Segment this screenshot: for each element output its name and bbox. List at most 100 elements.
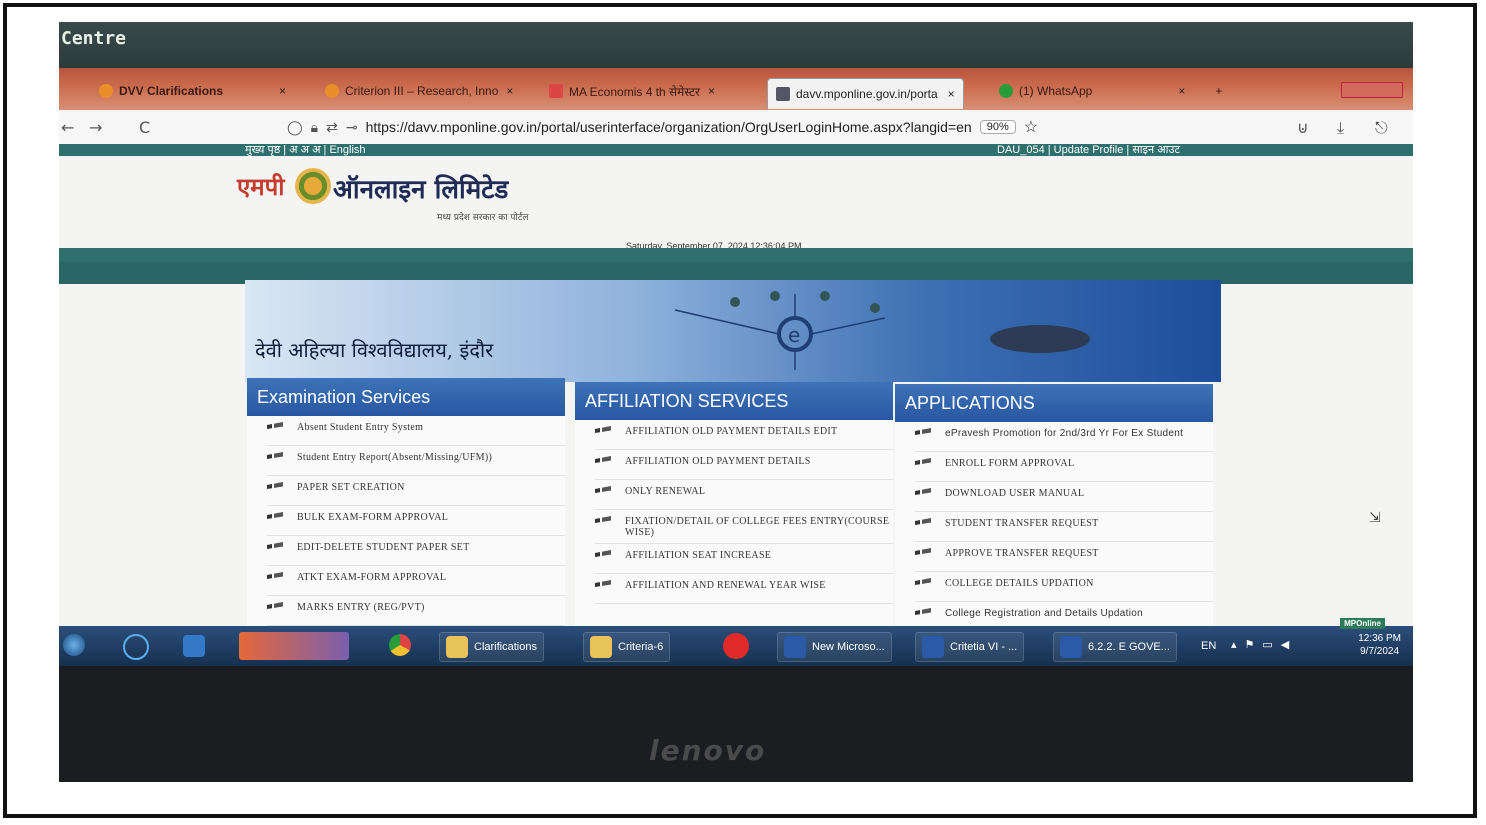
applications-panel: APPLICATIONS ePravesh Promotion for 2nd/… [895,384,1213,632]
bullet-icon [595,426,611,433]
bullet-icon [595,516,611,523]
bullet-icon [915,428,931,435]
tab-close-icon[interactable]: × [1178,84,1185,98]
list-item[interactable]: AFFILIATION SEAT INCREASE [595,544,893,574]
back-button[interactable]: ← [61,118,74,137]
shield-icon: ◯ [287,118,303,135]
download-icon[interactable]: ⤓ [1337,118,1344,138]
list-item[interactable]: FIXATION/DETAIL OF COLLEGE FEES ENTRY(CO… [595,510,893,544]
zoom-level-button[interactable]: 90% [979,120,1016,134]
start-button-icon[interactable] [63,634,85,656]
bullet-icon [267,542,283,549]
list-item[interactable]: PAPER SET CREATION [267,476,565,506]
language-indicator[interactable]: EN [1201,640,1216,652]
tab-close-icon[interactable]: × [279,84,286,98]
link-text: ONLY RENEWAL [625,486,706,497]
list-item[interactable]: Student Entry Report(Absent/Missing/UFM)… [267,446,565,476]
list-item[interactable]: APPROVE TRANSFER REQUEST [915,542,1213,572]
tab-davv-portal[interactable]: davv.mponline.gov.in/porta × [767,78,964,109]
address-bar[interactable]: ◯ 🔒︎ ⇄ ⊸ https://davv.mponline.gov.in/po… [287,115,1187,139]
tab-dvv-clarifications[interactable]: DVV Clarifications × [99,76,286,106]
list-item[interactable]: ATKT EXAM-FORM APPROVAL [267,566,565,596]
system-clock[interactable]: 12:36 PM 9/7/2024 [1358,632,1401,658]
list-item[interactable]: ENROLL FORM APPROVAL [915,452,1213,482]
bullet-icon [267,602,283,609]
bullet-icon [267,422,283,429]
mp-emblem-icon [295,168,331,204]
list-item[interactable]: AFFILIATION OLD PAYMENT DETAILS [595,450,893,480]
page-top-strip: मुख्य पृष्ठ | अ अ अ | English DAU_054 | … [59,144,1413,156]
language-links[interactable]: मुख्य पृष्ठ | अ अ अ | English [245,144,366,157]
tab-criterion-iii[interactable]: Criterion III – Research, Inno × [325,76,513,106]
list-item[interactable]: Absent Student Entry System [267,416,565,446]
bullet-icon [267,572,283,579]
tab-close-icon[interactable]: × [708,84,715,98]
url-text: https://davv.mponline.gov.in/portal/user… [365,119,972,135]
internet-explorer-icon[interactable] [123,634,149,660]
bullet-icon [915,458,931,465]
taskbar-e-gove[interactable]: 6.2.2. E GOVE... [1053,632,1177,662]
bookmark-star-icon[interactable]: ☆ [1024,117,1038,137]
chrome-icon[interactable] [389,634,411,656]
mponline-logo[interactable]: एमपी ऑनलाइन लिमिटेड मध्य प्रदेश सरकार का… [237,166,617,226]
opera-icon[interactable] [723,633,749,659]
list-item[interactable]: DOWNLOAD USER MANUAL [915,482,1213,512]
bullet-icon [267,452,283,459]
svg-text:e: e [788,323,800,347]
tab-label: (1) WhatsApp [1019,84,1093,98]
mouse-cursor-icon: ⇲ [1369,510,1381,526]
word-icon [784,636,806,658]
clock-date: 9/7/2024 [1360,646,1400,657]
taskbar-label: New Microso... [812,641,885,653]
list-item[interactable]: EDIT-DELETE STUDENT PAPER SET [267,536,565,566]
taskbar-criteria-6[interactable]: Criteria-6 [583,632,671,662]
link-text: Absent Student Entry System [297,422,424,433]
bullet-icon [915,488,931,495]
user-links[interactable]: DAU_054 | Update Profile | साइन आउट [997,144,1180,157]
window-controls[interactable] [1341,82,1403,98]
affiliation-services-panel: AFFILIATION SERVICES AFFILIATION OLD PAY… [575,382,893,632]
list-item[interactable]: BULK EXAM-FORM APPROVAL [267,506,565,536]
university-name: देवी अहिल्या विश्वविद्यालय, इंदौर [255,338,494,362]
list-item[interactable]: STUDENT TRANSFER REQUEST [915,512,1213,542]
link-text: AFFILIATION OLD PAYMENT DETAILS [625,456,811,467]
tray-icons[interactable]: ▴⚑▭◀ [1231,638,1297,651]
bullet-icon [595,486,611,493]
lenovo-logo: lenovo [649,734,767,767]
list-item[interactable]: ePravesh Promotion for 2nd/3rd Yr For Ex… [915,422,1213,452]
taskbar-new-microsoft[interactable]: New Microso... [777,632,892,662]
tab-whatsapp[interactable]: (1) WhatsApp × + [999,76,1222,106]
folder-icon [590,636,612,658]
logo-name-text: ऑनलाइन लिमिटेड [333,175,509,205]
word-icon [922,636,944,658]
new-tab-button[interactable]: + [1215,84,1222,98]
extensions-icon[interactable]: ⎋ [1375,118,1388,138]
bullet-icon [595,580,611,587]
word-icon [1060,636,1082,658]
list-item[interactable]: MARKS ENTRY (REG/PVT) [267,596,565,626]
firefox-taskbar-button[interactable] [239,632,349,660]
forward-button[interactable]: → [89,118,102,137]
key-icon: ⊸ [345,118,358,135]
pocket-icon[interactable]: ⊍ [1297,118,1309,137]
list-item[interactable]: AFFILIATION OLD PAYMENT DETAILS EDIT [595,420,893,450]
logo-mp-text: एमपी [237,173,285,201]
link-text: FIXATION/DETAIL OF COLLEGE FEES ENTRY(CO… [625,516,890,538]
app-title-bar: Centre [59,22,1413,68]
taskbar-clarifications[interactable]: Clarifications [439,632,544,662]
link-text: AFFILIATION SEAT INCREASE [625,550,772,561]
bullet-icon [267,512,283,519]
list-item[interactable]: AFFILIATION AND RENEWAL YEAR WISE [595,574,893,604]
link-text: APPROVE TRANSFER REQUEST [945,548,1099,559]
reload-button[interactable]: C [139,118,150,137]
mponline-badge: MPOnline [1340,618,1385,629]
list-item[interactable]: COLLEGE DETAILS UPDATION [915,572,1213,602]
link-text: Student Entry Report(Absent/Missing/UFM)… [297,452,493,463]
tab-close-icon[interactable]: × [506,84,513,98]
tab-close-icon[interactable]: × [948,87,955,101]
link-text: DOWNLOAD USER MANUAL [945,488,1085,499]
tab-ma-economics[interactable]: MA Economis 4 th सेमेस्टर × [549,76,715,106]
taskbar-critetia-vi[interactable]: Critetia VI - ... [915,632,1025,662]
media-player-icon[interactable] [183,635,205,657]
list-item[interactable]: ONLY RENEWAL [595,480,893,510]
